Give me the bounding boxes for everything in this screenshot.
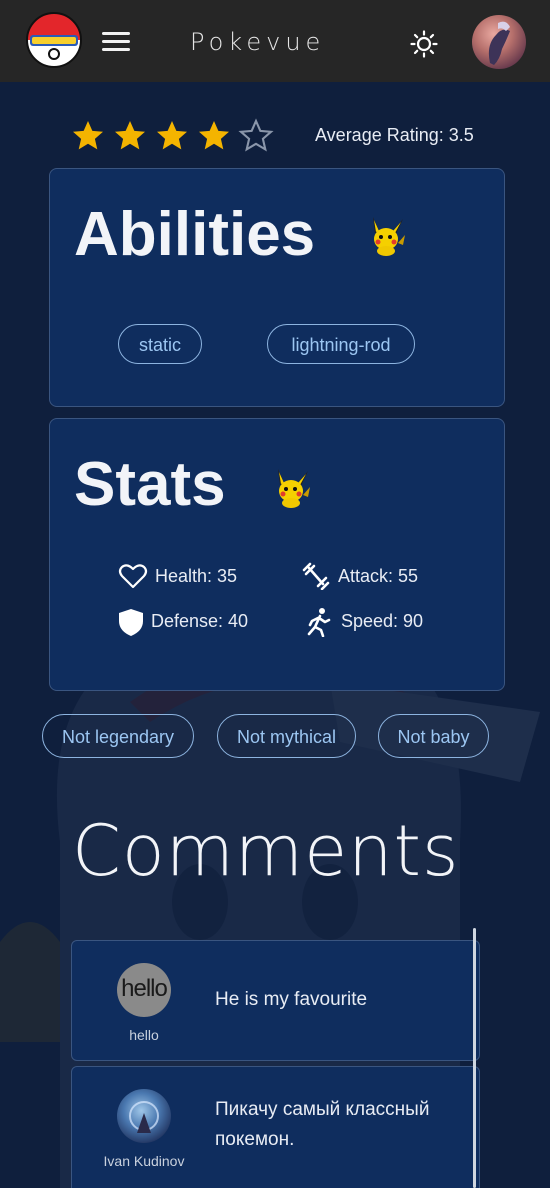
abilities-card: Abilities static lightning-rod xyxy=(49,168,505,407)
stat-health: Health: 35 xyxy=(118,562,268,590)
running-person-icon xyxy=(307,608,331,637)
star-filled-icon[interactable] xyxy=(112,118,148,154)
shield-icon xyxy=(119,609,143,636)
user-avatar[interactable] xyxy=(472,15,526,69)
ability-chip-lightning-rod[interactable]: lightning-rod xyxy=(267,324,415,364)
comment-text: He is my favourite xyxy=(215,989,368,1010)
ability-chip-static[interactable]: static xyxy=(118,324,202,364)
stat-speed: Speed: 90 xyxy=(304,607,464,637)
stat-attack-label: Attack: 55 xyxy=(338,566,419,586)
avatar-image xyxy=(129,1101,159,1133)
pikachu-icon xyxy=(373,217,405,256)
app-title: Pokevue xyxy=(190,28,326,56)
comment-item: Ivan Kudinov Пикачу самый классный покем… xyxy=(71,1066,480,1188)
average-rating: Average Rating: 3.5 xyxy=(315,125,474,145)
comment-avatar[interactable]: hello xyxy=(117,963,171,1017)
stat-defense: Defense: 40 xyxy=(116,607,276,636)
abilities-title: Abilities xyxy=(74,200,316,269)
star-filled-icon[interactable] xyxy=(70,118,106,154)
comment-avatar[interactable] xyxy=(117,1089,171,1143)
tag-not-mythical[interactable]: Not mythical xyxy=(217,714,356,758)
tag-not-legendary[interactable]: Not legendary xyxy=(42,714,194,758)
star-empty-icon[interactable] xyxy=(238,118,274,154)
stat-speed-label: Speed: 90 xyxy=(341,611,424,631)
tag-not-baby[interactable]: Not baby xyxy=(378,714,489,758)
pokeball-logo-icon[interactable] xyxy=(26,12,82,68)
star-filled-icon[interactable] xyxy=(154,118,190,154)
rating-row: Average Rating: 3.5 xyxy=(70,118,510,154)
comment-text: Пикачу самый классный покемон. xyxy=(215,1099,430,1150)
comment-author: hello xyxy=(129,1027,159,1043)
comment-item: hello hello He is my favourite xyxy=(71,940,480,1061)
dumbbell-icon xyxy=(302,562,330,590)
pikachu-icon xyxy=(278,469,310,508)
stat-health-label: Health: 35 xyxy=(155,566,238,586)
hamburger-menu-icon[interactable] xyxy=(102,32,130,52)
comments-scrollbar[interactable] xyxy=(473,928,476,1188)
comment-author: Ivan Kudinov xyxy=(103,1153,185,1169)
stats-card: Stats Health: 35 Attack: 55 Defense: 40 … xyxy=(49,418,505,691)
stat-defense-label: Defense: 40 xyxy=(151,611,249,631)
star-filled-icon[interactable] xyxy=(196,118,232,154)
sun-icon[interactable] xyxy=(410,30,438,58)
heart-icon xyxy=(118,564,148,589)
comments-list[interactable]: hello hello He is my favourite Ivan Kudi… xyxy=(70,928,486,1188)
stat-attack: Attack: 55 xyxy=(301,562,461,590)
comments-title: Comments xyxy=(72,810,460,892)
comment-avatar-text: hello xyxy=(121,975,168,1002)
top-app-bar: Pokevue xyxy=(0,0,550,82)
stats-title: Stats xyxy=(74,450,226,519)
main-content: Average Rating: 3.5 Abilities static lig… xyxy=(0,82,550,1188)
avatar-image xyxy=(488,21,510,66)
